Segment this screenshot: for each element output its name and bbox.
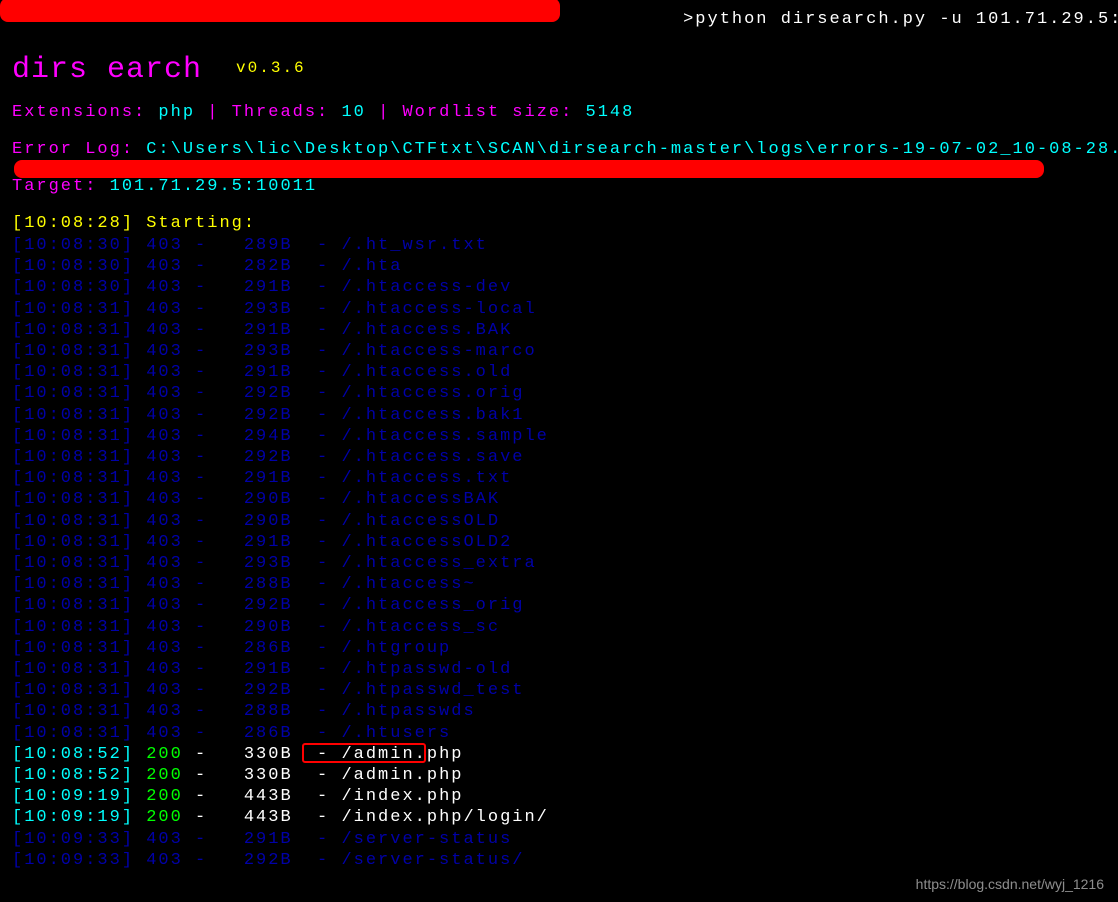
result-row: [10:08:31] 403 - 286B - /.htusers	[12, 723, 1106, 744]
row-path: /admin.php	[341, 766, 463, 785]
result-row: [10:08:31] 403 - 286B - /.htgroup	[12, 638, 1106, 659]
result-rows: [10:08:30] 403 - 289B - /.ht_wsr.txt [10:…	[12, 235, 1106, 871]
ext-value: php	[158, 103, 195, 122]
row-mid: - 443B -	[183, 787, 342, 806]
result-row: [10:09:19] 200 - 443B - /index.php	[12, 786, 1106, 807]
meta-line: Extensions: php | Threads: 10 | Wordlist…	[12, 103, 1106, 122]
row-dim: [10:08:31] 403 - 291B - /.htaccessOLD2	[12, 533, 512, 552]
row-path: /admin.php	[341, 745, 463, 764]
row-dim: [10:08:31] 403 - 292B - /.htaccess.orig	[12, 384, 524, 403]
error-log-line: Error Log: C:\Users\lic\Desktop\CTFtxt\S…	[12, 140, 1106, 159]
result-row: [10:08:31] 403 - 290B - /.htaccess_sc	[12, 617, 1106, 638]
row-dim: [10:08:30] 403 - 291B - /.htaccess-dev	[12, 278, 512, 297]
version-label: v0.3.6	[236, 59, 306, 77]
sep2: |	[366, 103, 403, 122]
row-code: 200	[146, 745, 183, 764]
row-code: 200	[146, 787, 183, 806]
target-label: Target:	[12, 177, 110, 196]
row-dim: [10:08:31] 403 - 293B - /.htaccess-local	[12, 300, 537, 319]
target-line: Target: 101.71.29.5:10011	[12, 177, 1106, 196]
result-row: [10:08:31] 403 - 291B - /.htaccess.BAK	[12, 320, 1106, 341]
wl-value: 5148	[586, 103, 635, 122]
row-ts: [10:09:19]	[12, 808, 146, 827]
row-path: /index.php/login/	[341, 808, 548, 827]
result-row: [10:08:31] 403 - 291B - /.htaccess.old	[12, 362, 1106, 383]
redaction-errlog	[14, 160, 1044, 178]
row-dim: [10:08:30] 403 - 282B - /.hta	[12, 257, 402, 276]
row-path: /index.php	[341, 787, 463, 806]
result-row: [10:08:31] 403 - 290B - /.htaccessOLD	[12, 511, 1106, 532]
row-dim: [10:08:31] 403 - 290B - /.htaccessBAK	[12, 490, 500, 509]
row-dim: [10:08:31] 403 - 290B - /.htaccess_sc	[12, 618, 500, 637]
row-dim: [10:08:31] 403 - 291B - /.htaccess.txt	[12, 469, 512, 488]
result-row: [10:08:30] 403 - 289B - /.ht_wsr.txt	[12, 235, 1106, 256]
errlog-label: Error Log:	[12, 140, 146, 159]
result-row: [10:08:31] 403 - 293B - /.htaccess_extra	[12, 553, 1106, 574]
row-dim: [10:08:31] 403 - 294B - /.htaccess.sampl…	[12, 427, 549, 446]
result-row: [10:08:30] 403 - 282B - /.hta	[12, 256, 1106, 277]
result-row: [10:08:31] 403 - 291B - /.htpasswd-old	[12, 659, 1106, 680]
row-ts: [10:09:19]	[12, 787, 146, 806]
start-label: Starting:	[134, 214, 268, 233]
row-dim: [10:08:31] 403 - 292B - /.htaccess_orig	[12, 596, 524, 615]
starting-line: [10:08:28] Starting:	[12, 214, 1106, 233]
banner-row: dirs earch v0.3.6	[12, 55, 1106, 85]
result-row: [10:08:31] 403 - 293B - /.htaccess-local	[12, 299, 1106, 320]
result-row: [10:08:31] 403 - 292B - /.htaccess_orig	[12, 595, 1106, 616]
row-dim: [10:08:31] 403 - 293B - /.htaccess_extra	[12, 554, 537, 573]
result-row: [10:08:52] 200 - 330B - /admin.php	[12, 744, 1106, 765]
result-row: [10:09:33] 403 - 292B - /server-status/	[12, 850, 1106, 871]
ascii-banner: dirs earch	[12, 55, 202, 85]
row-dim: [10:08:31] 403 - 288B - /.htpasswds	[12, 702, 476, 721]
threads-label: Threads:	[232, 103, 342, 122]
row-dim: [10:08:31] 403 - 293B - /.htaccess-marco	[12, 342, 537, 361]
result-row: [10:08:31] 403 - 291B - /.htaccessOLD2	[12, 532, 1106, 553]
row-dim: [10:08:31] 403 - 291B - /.htaccess.old	[12, 363, 512, 382]
row-dim: [10:08:30] 403 - 289B - /.ht_wsr.txt	[12, 236, 488, 255]
result-row: [10:09:19] 200 - 443B - /index.php/login…	[12, 807, 1106, 828]
row-dim: [10:08:31] 403 - 291B - /.htpasswd-old	[12, 660, 512, 679]
start-ts: [10:08:28]	[12, 214, 134, 233]
watermark: https://blog.csdn.net/wyj_1216	[916, 876, 1104, 892]
row-dim: [10:08:31] 403 - 292B - /.htpasswd_test	[12, 681, 524, 700]
row-dim: [10:08:31] 403 - 286B - /.htgroup	[12, 639, 451, 658]
row-code: 200	[146, 766, 183, 785]
redaction-top	[0, 0, 560, 22]
result-row: [10:08:31] 403 - 290B - /.htaccessBAK	[12, 489, 1106, 510]
result-row: [10:08:30] 403 - 291B - /.htaccess-dev	[12, 277, 1106, 298]
row-ts: [10:08:52]	[12, 766, 146, 785]
result-row: [10:08:31] 403 - 294B - /.htaccess.sampl…	[12, 426, 1106, 447]
wl-label: Wordlist size:	[402, 103, 585, 122]
result-row: [10:08:52] 200 - 330B - /admin.php	[12, 765, 1106, 786]
threads-value: 10	[341, 103, 365, 122]
ext-label: Extensions:	[12, 103, 158, 122]
row-dim: [10:09:33] 403 - 292B - /server-status/	[12, 851, 524, 870]
errlog-path: C:\Users\lic\Desktop\CTFtxt\SCAN\dirsear…	[146, 140, 1118, 159]
target-value: 101.71.29.5:10011	[110, 177, 317, 196]
result-row: [10:08:31] 403 - 292B - /.htaccess.orig	[12, 383, 1106, 404]
sep1: |	[195, 103, 232, 122]
row-dim: [10:08:31] 403 - 290B - /.htaccessOLD	[12, 512, 500, 531]
row-mid: - 330B -	[183, 745, 342, 764]
row-dim: [10:08:31] 403 - 286B - /.htusers	[12, 724, 451, 743]
result-row: [10:09:33] 403 - 291B - /server-status	[12, 829, 1106, 850]
row-code: 200	[146, 808, 183, 827]
result-row: [10:08:31] 403 - 293B - /.htaccess-marco	[12, 341, 1106, 362]
result-row: [10:08:31] 403 - 292B - /.htpasswd_test	[12, 680, 1106, 701]
row-mid: - 330B -	[183, 766, 342, 785]
row-dim: [10:08:31] 403 - 288B - /.htaccess~	[12, 575, 476, 594]
row-dim: [10:08:31] 403 - 292B - /.htaccess.save	[12, 448, 524, 467]
redaction-top-extra	[110, 0, 230, 14]
result-row: [10:08:31] 403 - 288B - /.htpasswds	[12, 701, 1106, 722]
result-row: [10:08:31] 403 - 292B - /.htaccess.bak1	[12, 405, 1106, 426]
row-dim: [10:08:31] 403 - 292B - /.htaccess.bak1	[12, 406, 524, 425]
row-mid: - 443B -	[183, 808, 342, 827]
row-ts: [10:08:52]	[12, 745, 146, 764]
row-dim: [10:08:31] 403 - 291B - /.htaccess.BAK	[12, 321, 512, 340]
result-row: [10:08:31] 403 - 292B - /.htaccess.save	[12, 447, 1106, 468]
result-row: [10:08:31] 403 - 291B - /.htaccess.txt	[12, 468, 1106, 489]
row-dim: [10:09:33] 403 - 291B - /server-status	[12, 830, 512, 849]
result-row: [10:08:31] 403 - 288B - /.htaccess~	[12, 574, 1106, 595]
